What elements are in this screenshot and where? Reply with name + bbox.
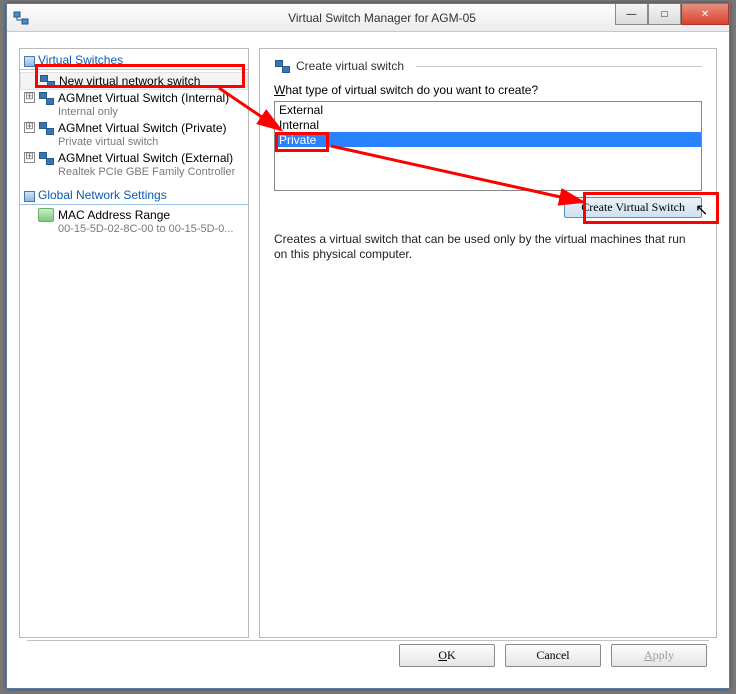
nic-icon xyxy=(38,208,54,222)
tree-item-subtitle: Internal only xyxy=(58,105,229,119)
switch-type-option[interactable]: Internal xyxy=(275,117,701,132)
network-switch-icon xyxy=(38,151,54,165)
tree-switch-internal[interactable]: AGMnet Virtual Switch (Internal) Interna… xyxy=(20,90,248,120)
network-switch-icon xyxy=(38,121,54,135)
tree-item-label: AGMnet Virtual Switch (Private) xyxy=(58,121,227,135)
titlebar[interactable]: Virtual Switch Manager for AGM-05 — □ ✕ xyxy=(7,4,729,32)
tree-new-virtual-switch[interactable]: New virtual network switch xyxy=(20,72,248,90)
minimize-button[interactable]: — xyxy=(615,4,648,25)
switch-type-label: What type of virtual switch do you want … xyxy=(274,83,702,97)
sidebar: Virtual Switches New virtual network swi… xyxy=(19,48,249,638)
create-virtual-switch-button[interactable]: Create Virtual Switch xyxy=(564,197,702,218)
tree-item-label: MAC Address Range xyxy=(58,208,170,222)
section-global-settings[interactable]: Global Network Settings xyxy=(20,186,248,205)
divider xyxy=(416,66,702,67)
tree-switch-private[interactable]: AGMnet Virtual Switch (Private) Private … xyxy=(20,120,248,150)
content-pane: Create virtual switch What type of virtu… xyxy=(259,48,717,638)
tree-item-label: AGMnet Virtual Switch (Internal) xyxy=(58,91,229,105)
network-switch-icon xyxy=(39,74,55,88)
section-label: Global Network Settings xyxy=(38,188,167,202)
network-switch-icon xyxy=(38,91,54,105)
apply-button[interactable]: Apply xyxy=(611,644,707,667)
divider xyxy=(27,640,709,641)
description-text: Creates a virtual switch that can be use… xyxy=(274,232,702,262)
section-virtual-switches[interactable]: Virtual Switches xyxy=(20,51,248,70)
section-label: Virtual Switches xyxy=(38,53,123,67)
close-button[interactable]: ✕ xyxy=(681,4,729,25)
app-icon xyxy=(13,10,29,26)
tree-item-subtitle: Private virtual switch xyxy=(58,135,227,149)
pane-heading: Create virtual switch xyxy=(296,59,404,73)
network-switch-icon xyxy=(274,59,290,73)
tree-item-subtitle: 00-15-5D-02-8C-00 to 00-15-5D-0... xyxy=(58,222,233,236)
cancel-button[interactable]: Cancel xyxy=(505,644,601,667)
tree-item-label: AGMnet Virtual Switch (External) xyxy=(58,151,233,165)
dialog-footer: OK Cancel Apply xyxy=(7,644,729,678)
ok-button[interactable]: OK xyxy=(399,644,495,667)
tree-mac-range[interactable]: MAC Address Range 00-15-5D-02-8C-00 to 0… xyxy=(20,207,248,237)
window: Virtual Switch Manager for AGM-05 — □ ✕ … xyxy=(6,3,730,689)
switch-type-option[interactable]: Private xyxy=(275,132,701,147)
tree-switch-external[interactable]: AGMnet Virtual Switch (External) Realtek… xyxy=(20,150,248,180)
maximize-button[interactable]: □ xyxy=(648,4,681,25)
switch-type-option[interactable]: External xyxy=(275,102,701,117)
tree-item-label: New virtual network switch xyxy=(59,74,200,88)
tree-item-subtitle: Realtek PCIe GBE Family Controller xyxy=(58,165,235,179)
cursor-icon: ↖ xyxy=(695,200,708,220)
switch-type-listbox[interactable]: ExternalInternalPrivate xyxy=(274,101,702,191)
